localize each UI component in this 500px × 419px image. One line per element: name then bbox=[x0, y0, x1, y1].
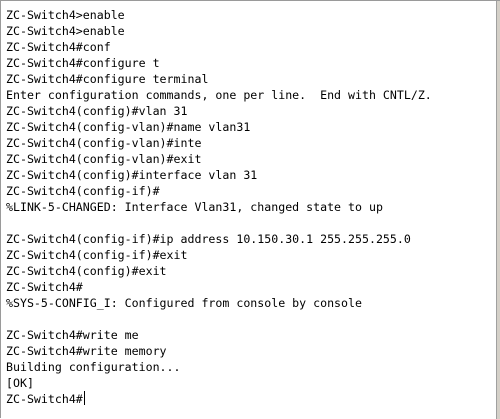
vertical-scrollbar[interactable] bbox=[496, 1, 500, 419]
terminal-line: ZC-Switch4>enable bbox=[6, 8, 125, 22]
terminal-line: ZC-Switch4#write memory bbox=[6, 344, 167, 358]
terminal-line: ZC-Switch4(config-vlan)#inte bbox=[6, 136, 202, 150]
terminal-line: ZC-Switch4(config-vlan)#exit bbox=[6, 152, 202, 166]
terminal-prompt-line[interactable]: ZC-Switch4# bbox=[6, 391, 85, 407]
terminal-line: ZC-Switch4(config)#exit bbox=[6, 264, 167, 278]
terminal-line: ZC-Switch4#configure t bbox=[6, 56, 160, 70]
text-cursor bbox=[83, 391, 85, 405]
terminal-line: ZC-Switch4#write me bbox=[6, 328, 139, 342]
terminal-line: ZC-Switch4# bbox=[6, 280, 83, 294]
terminal-line: %SYS-5-CONFIG_I: Configured from console… bbox=[6, 296, 362, 310]
cli-terminal[interactable]: ZC-Switch4>enable ZC-Switch4>enable ZC-S… bbox=[0, 0, 500, 419]
terminal-prompt: ZC-Switch4# bbox=[6, 392, 83, 406]
terminal-line: ZC-Switch4#conf bbox=[6, 40, 111, 54]
terminal-line: ZC-Switch4(config)#vlan 31 bbox=[6, 104, 188, 118]
terminal-line: ZC-Switch4(config)#interface vlan 31 bbox=[6, 168, 258, 182]
terminal-line: Enter configuration commands, one per li… bbox=[6, 88, 432, 102]
terminal-line: ZC-Switch4(config-if)# bbox=[6, 184, 160, 198]
terminal-line: ZC-Switch4(config-if)#ip address 10.150.… bbox=[6, 232, 411, 246]
terminal-line: ZC-Switch4(config-vlan)#name vlan31 bbox=[6, 120, 251, 134]
terminal-line: ZC-Switch4(config-if)#exit bbox=[6, 248, 188, 262]
terminal-line: ZC-Switch4>enable bbox=[6, 24, 125, 38]
terminal-line: ZC-Switch4#configure terminal bbox=[6, 72, 209, 86]
terminal-line: Building configuration... bbox=[6, 360, 181, 374]
terminal-line: [OK] bbox=[6, 376, 34, 390]
terminal-line: %LINK-5-CHANGED: Interface Vlan31, chang… bbox=[6, 200, 383, 214]
